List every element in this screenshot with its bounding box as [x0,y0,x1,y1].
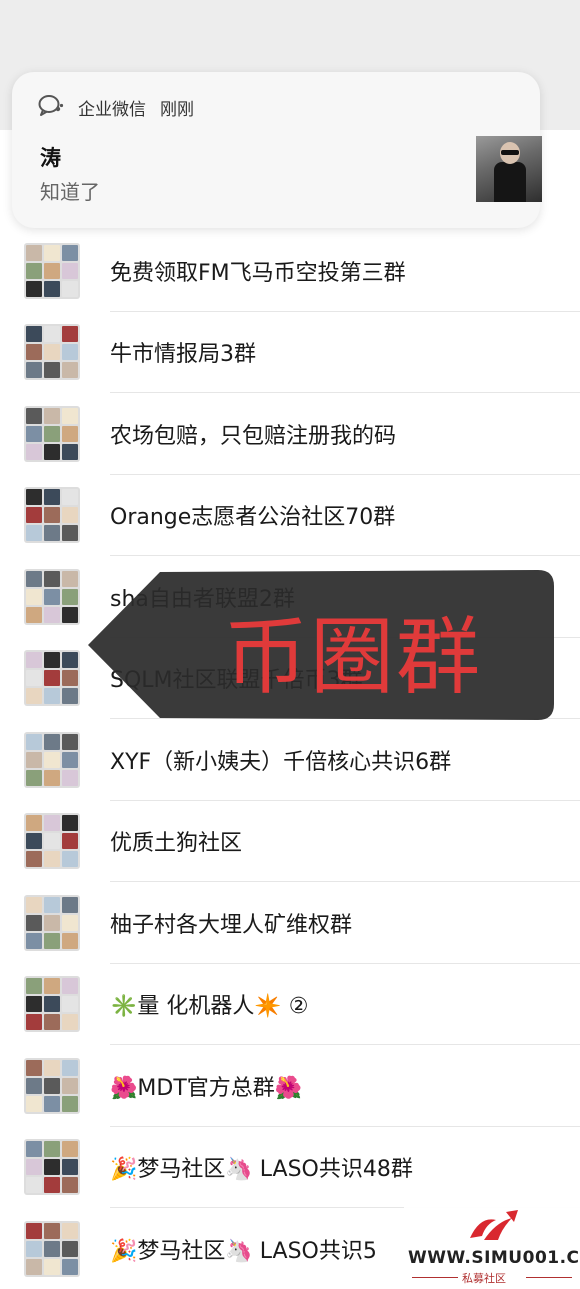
site-watermark: WWW.SIMU001.CN 私募社区 [404,1204,580,1289]
chat-row[interactable]: 优质土狗社区 [0,801,580,882]
chat-title: 免费领取FM飞马币空投第三群 [110,260,406,286]
group-avatar [24,976,80,1033]
chat-row[interactable]: XYF（新小姨夫）千倍核心共识6群 [0,719,580,801]
group-avatar [24,650,80,707]
chat-title: 🎉梦马社区🦄 LASO共识48群 [110,1157,413,1183]
chat-row[interactable]: Orange志愿者公治社区70群 [0,475,580,556]
chat-row[interactable]: ✳️量 化机器人✴️ ② [0,964,580,1045]
chat-row[interactable]: 🌺MDT官方总群🌺 [0,1045,580,1127]
group-avatar [24,487,80,544]
chat-title: 柚子村各大埋人矿维权群 [110,912,353,938]
notification-avatar [476,136,542,202]
chat-title: ✳️量 化机器人✴️ ② [110,994,309,1020]
watermark-rule-left [412,1277,458,1278]
group-avatar [24,1057,80,1114]
group-avatar [24,242,80,299]
callout-text: 币圈群 [224,608,483,706]
group-avatar [24,1220,80,1277]
coin-group-callout: 币圈群 [88,570,554,720]
chat-title: 农场包赔，只包赔注册我的码 [110,423,397,449]
chat-title: 牛市情报局3群 [110,342,256,368]
chat-list: 免费领取FM飞马币空投第三群 牛市情报局3群农场包赔，只包赔注册我的码 Orange… [0,230,580,1289]
wechat-work-icon [38,94,64,120]
group-avatar [24,1139,80,1196]
chat-row[interactable]: 柚子村各大埋人矿维权群 [0,882,580,964]
chat-title: XYF（新小姨夫）千倍核心共识6群 [110,749,452,775]
simu-logo-icon [462,1208,522,1252]
notification-time: 刚刚 [160,99,194,120]
chat-row[interactable]: 🎉梦马社区🦄 LASO共识48群 [0,1127,580,1208]
group-avatar [24,731,80,788]
notification-banner[interactable]: 企业微信 刚刚 涛 知道了 [12,72,542,228]
chat-row[interactable]: 农场包赔，只包赔注册我的码 [0,393,580,475]
notification-header: 企业微信 刚刚 [38,94,194,120]
group-avatar [24,894,80,951]
watermark-text: WWW.SIMU001.CN [408,1248,580,1268]
group-avatar [24,813,80,870]
chat-title: 🌺MDT官方总群🌺 [110,1075,303,1101]
watermark-subtitle: 私募社区 [462,1272,506,1285]
chat-title: 优质土狗社区 [110,831,243,857]
group-avatar [24,405,80,462]
chat-title: 🎉梦马社区🦄 LASO共识5 [110,1238,377,1264]
group-avatar [24,568,80,625]
chat-row[interactable]: 免费领取FM飞马币空投第三群 [0,230,580,312]
chat-title: Orange志愿者公治社区70群 [110,505,396,531]
group-avatar [24,324,80,381]
watermark-rule-right [526,1277,572,1278]
notification-message: 知道了 [40,180,100,204]
notification-app-name: 企业微信 [78,99,146,120]
chat-row[interactable]: 牛市情报局3群 [0,312,580,393]
notification-sender: 涛 [40,146,61,170]
